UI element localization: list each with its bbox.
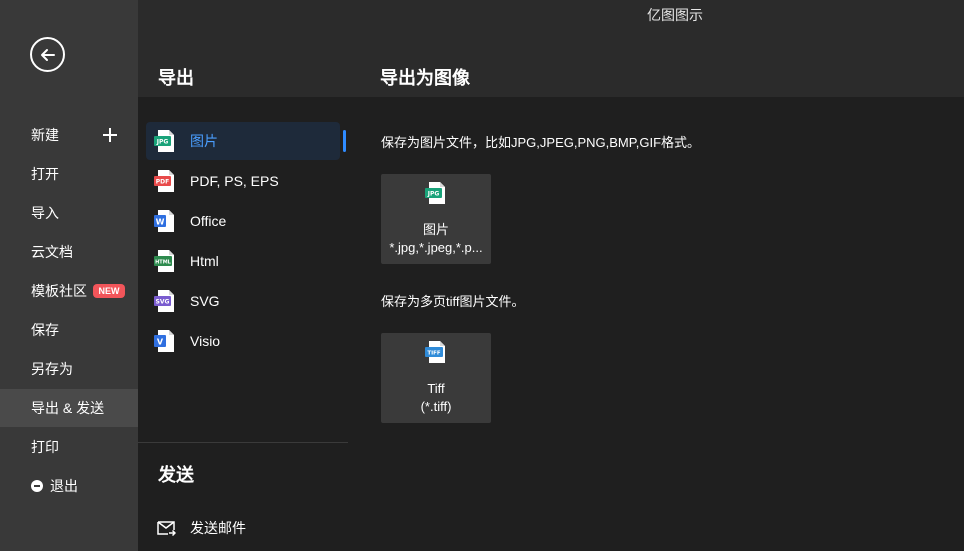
nav-item-label: 保存 xyxy=(31,322,59,338)
nav-item-label: 打开 xyxy=(31,166,59,182)
word-file-icon: W xyxy=(154,210,174,232)
exit-icon xyxy=(31,480,43,492)
export-heading: 导出 xyxy=(158,68,194,88)
format-item-visio[interactable]: V Visio xyxy=(146,322,340,360)
format-label: Visio xyxy=(190,333,221,349)
nav-item-template-community[interactable]: 模板社区 NEW xyxy=(0,272,138,310)
format-label: Html xyxy=(190,253,219,269)
nav-item-print[interactable]: 打印 xyxy=(0,428,138,466)
nav-item-exit[interactable]: 退出 xyxy=(0,467,138,505)
send-section: 发送 发送邮件 xyxy=(138,442,348,551)
nav-item-label: 云文档 xyxy=(31,244,73,260)
svg-text:HTML: HTML xyxy=(155,259,172,265)
svg-text:PDF: PDF xyxy=(156,179,169,186)
format-label: Office xyxy=(190,213,227,229)
tile-subtitle: (*.tiff) xyxy=(420,399,452,414)
jpg-file-icon: JPG xyxy=(154,130,174,152)
tile-title: 图片 xyxy=(422,222,449,237)
mail-icon xyxy=(157,521,176,537)
back-arrow-icon xyxy=(41,49,55,61)
nav-item-new[interactable]: 新建 xyxy=(0,116,138,154)
image-description: 保存为图片文件，比如JPG,JPEG,PNG,BMP,GIF格式。 xyxy=(381,135,701,150)
nav-item-export-send[interactable]: 导出 & 发送 xyxy=(0,389,138,427)
title-bar: 亿图图示 xyxy=(0,0,964,32)
svg-text:V: V xyxy=(157,338,164,347)
left-nav: 新建 打开 导入 云文档 模板社区 NEW 保存 另存为 导出 & 发送 打印 … xyxy=(0,0,138,551)
pdf-file-icon: PDF xyxy=(154,170,174,192)
format-item-pdf[interactable]: PDF PDF, PS, EPS xyxy=(146,162,340,200)
nav-item-import[interactable]: 导入 xyxy=(0,194,138,232)
format-item-html[interactable]: HTML Html xyxy=(146,242,340,280)
format-item-image[interactable]: JPG 图片 xyxy=(146,122,346,160)
panel-title: 导出为图像 xyxy=(380,68,470,88)
export-tiff-tile[interactable]: TIFF Tiff (*.tiff) xyxy=(381,333,491,423)
tiff-description: 保存为多页tiff图片文件。 xyxy=(381,294,525,309)
nav-item-cloud-docs[interactable]: 云文档 xyxy=(0,233,138,271)
export-image-tile[interactable]: JPG 图片 *.jpg,*.jpeg,*.p... xyxy=(381,174,491,264)
nav-item-label: 模板社区 xyxy=(31,283,87,299)
format-list: JPG 图片 PDF PDF, PS, EPS W Office HTML Ht… xyxy=(138,97,348,442)
nav-item-label: 导出 & 发送 xyxy=(31,400,105,416)
html-file-icon: HTML xyxy=(154,250,174,272)
format-label: 图片 xyxy=(190,133,218,149)
nav-item-label: 新建 xyxy=(31,127,59,143)
format-label: SVG xyxy=(190,293,220,309)
app-title: 亿图图示 xyxy=(647,7,703,23)
svg-file-icon: SVG xyxy=(154,290,174,312)
back-button[interactable] xyxy=(30,37,65,72)
export-options-panel: 保存为图片文件，比如JPG,JPEG,PNG,BMP,GIF格式。 JPG 图片… xyxy=(348,97,964,551)
nav-item-label: 打印 xyxy=(31,439,59,455)
send-email-label: 发送邮件 xyxy=(190,520,246,536)
format-label: PDF, PS, EPS xyxy=(190,173,279,189)
export-header: 导出 xyxy=(138,32,348,97)
new-badge: NEW xyxy=(93,284,125,298)
send-email-item[interactable]: 发送邮件 xyxy=(156,518,246,538)
plus-icon[interactable] xyxy=(103,128,117,142)
svg-text:JPG: JPG xyxy=(427,191,440,198)
visio-file-icon: V xyxy=(154,330,174,352)
nav-item-label: 另存为 xyxy=(31,361,73,377)
tile-subtitle: *.jpg,*.jpeg,*.p... xyxy=(389,240,483,255)
nav-item-label: 导入 xyxy=(31,205,59,221)
send-heading: 发送 xyxy=(158,465,194,485)
nav-item-label: 退出 xyxy=(50,478,78,494)
svg-text:JPG: JPG xyxy=(156,139,169,146)
export-format-column: 导出 JPG 图片 PDF PDF, PS, EPS W Office HTML… xyxy=(138,32,348,551)
tiff-file-icon: TIFF xyxy=(425,341,445,363)
nav-item-open[interactable]: 打开 xyxy=(0,155,138,193)
jpg-file-icon: JPG xyxy=(425,182,445,204)
nav-item-save-as[interactable]: 另存为 xyxy=(0,350,138,388)
tile-title: Tiff xyxy=(427,381,445,396)
svg-text:SVG: SVG xyxy=(156,299,170,306)
nav-item-save[interactable]: 保存 xyxy=(0,311,138,349)
panel-header: 导出为图像 xyxy=(348,32,964,97)
svg-text:TIFF: TIFF xyxy=(427,351,441,357)
svg-text:W: W xyxy=(156,218,165,227)
format-item-svg[interactable]: SVG SVG xyxy=(146,282,340,320)
format-item-office[interactable]: W Office xyxy=(146,202,340,240)
